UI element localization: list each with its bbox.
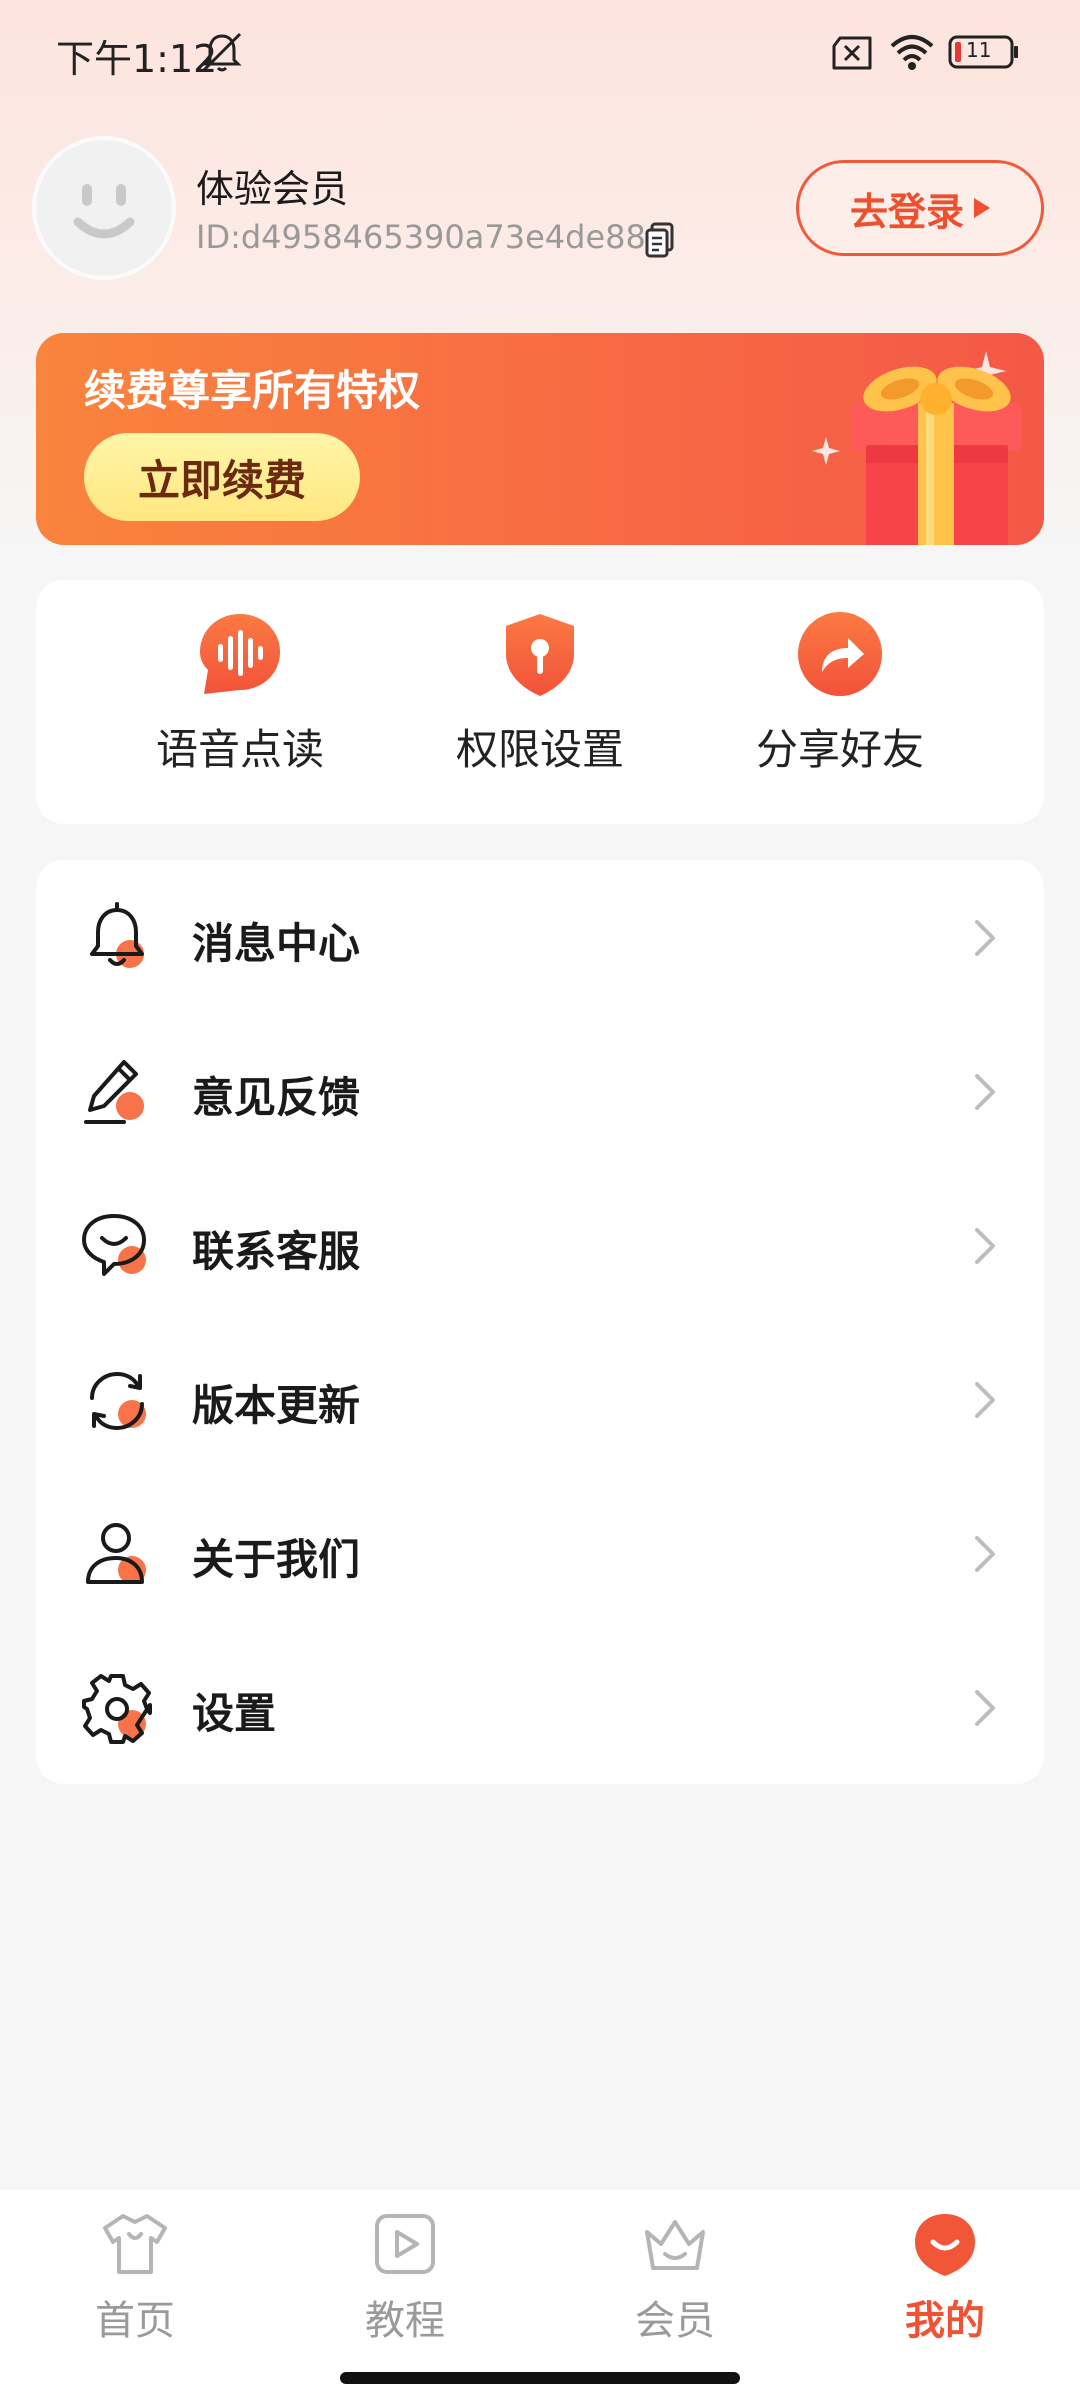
menu-item-about[interactable]: 关于我们 xyxy=(36,1476,1044,1630)
home-indicator[interactable] xyxy=(340,2372,740,2384)
menu-item-settings[interactable]: 设置 xyxy=(36,1630,1044,1784)
menu-label: 消息中心 xyxy=(192,919,361,968)
nav-tab-tutorials[interactable]: 教程 xyxy=(305,2210,505,2346)
avatar[interactable] xyxy=(36,140,172,276)
shield-icon xyxy=(506,614,574,696)
no-sim-icon xyxy=(832,36,872,70)
gear-icon xyxy=(82,1674,152,1744)
menu-list: 消息中心 意见反馈 联系客服 版本更新 关于我们 设置 xyxy=(36,860,1044,1784)
menu-item-customer-service[interactable]: 联系客服 xyxy=(36,1168,1044,1322)
play-arrow-icon xyxy=(974,198,990,218)
chevron-right-icon xyxy=(975,1074,995,1110)
wifi-icon xyxy=(890,35,934,70)
status-bar: 下午1:12 11 xyxy=(0,0,1080,100)
quick-action-label: 权限设置 xyxy=(455,725,624,774)
nav-tab-mine[interactable]: 我的 xyxy=(845,2210,1045,2346)
quick-action-label: 语音点读 xyxy=(155,725,324,774)
smile-face-icon xyxy=(73,184,135,239)
menu-label: 版本更新 xyxy=(192,1381,361,1430)
voice-wave-icon xyxy=(200,614,280,694)
user-name: 体验会员 xyxy=(196,167,349,211)
chevron-right-icon xyxy=(975,1536,995,1572)
crown-icon xyxy=(645,2220,705,2270)
login-button[interactable]: 去登录 xyxy=(796,160,1044,256)
menu-item-messages[interactable]: 消息中心 xyxy=(36,860,1044,1014)
nav-label: 首页 xyxy=(95,2298,175,2344)
nav-label: 教程 xyxy=(365,2298,445,2344)
nav-label: 会员 xyxy=(635,2298,715,2344)
menu-label: 关于我们 xyxy=(192,1535,361,1584)
nav-tab-membership[interactable]: 会员 xyxy=(575,2210,775,2346)
login-label: 去登录 xyxy=(849,189,964,234)
user-id: ID:d4958465390a73e4de88 xyxy=(196,218,646,256)
person-icon xyxy=(86,1523,146,1584)
copy-icon[interactable] xyxy=(644,222,676,258)
mute-bell-icon xyxy=(202,32,242,72)
menu-label: 设置 xyxy=(192,1689,277,1738)
quick-action-label: 分享好友 xyxy=(755,725,924,774)
quick-actions-card: 语音点读 权限设置 分享好友 xyxy=(36,580,1044,824)
refresh-icon xyxy=(90,1371,146,1431)
renew-banner[interactable]: 续费尊享所有特权 立即续费 xyxy=(36,333,1044,545)
quick-action-permissions[interactable]: 权限设置 xyxy=(410,610,670,777)
status-time: 下午1:12 xyxy=(56,37,218,81)
chat-bubble-icon xyxy=(82,1214,146,1276)
pen-icon xyxy=(84,1060,144,1124)
menu-label: 意见反馈 xyxy=(192,1073,361,1122)
menu-item-feedback[interactable]: 意见反馈 xyxy=(36,1014,1044,1168)
renew-button[interactable]: 立即续费 xyxy=(84,433,360,521)
shirt-icon xyxy=(103,2214,167,2274)
quick-action-voice-read[interactable]: 语音点读 xyxy=(110,610,370,777)
menu-item-version-update[interactable]: 版本更新 xyxy=(36,1322,1044,1476)
chevron-right-icon xyxy=(975,1228,995,1264)
chevron-right-icon xyxy=(975,1690,995,1726)
share-arrow-icon xyxy=(798,612,882,696)
quick-action-share[interactable]: 分享好友 xyxy=(710,610,970,777)
smile-icon xyxy=(915,2214,975,2276)
chevron-right-icon xyxy=(975,920,995,956)
bottom-nav: 首页 教程 会员 我的 xyxy=(0,2190,1080,2400)
nav-tab-home[interactable]: 首页 xyxy=(35,2210,235,2346)
gift-box-icon xyxy=(812,351,1022,545)
menu-label: 联系客服 xyxy=(192,1227,361,1276)
nav-label: 我的 xyxy=(905,2298,985,2344)
chevron-right-icon xyxy=(975,1382,995,1418)
play-icon xyxy=(375,2214,435,2274)
bell-icon xyxy=(90,902,144,968)
battery-level: 11 xyxy=(966,38,992,62)
banner-title: 续费尊享所有特权 xyxy=(84,366,421,415)
